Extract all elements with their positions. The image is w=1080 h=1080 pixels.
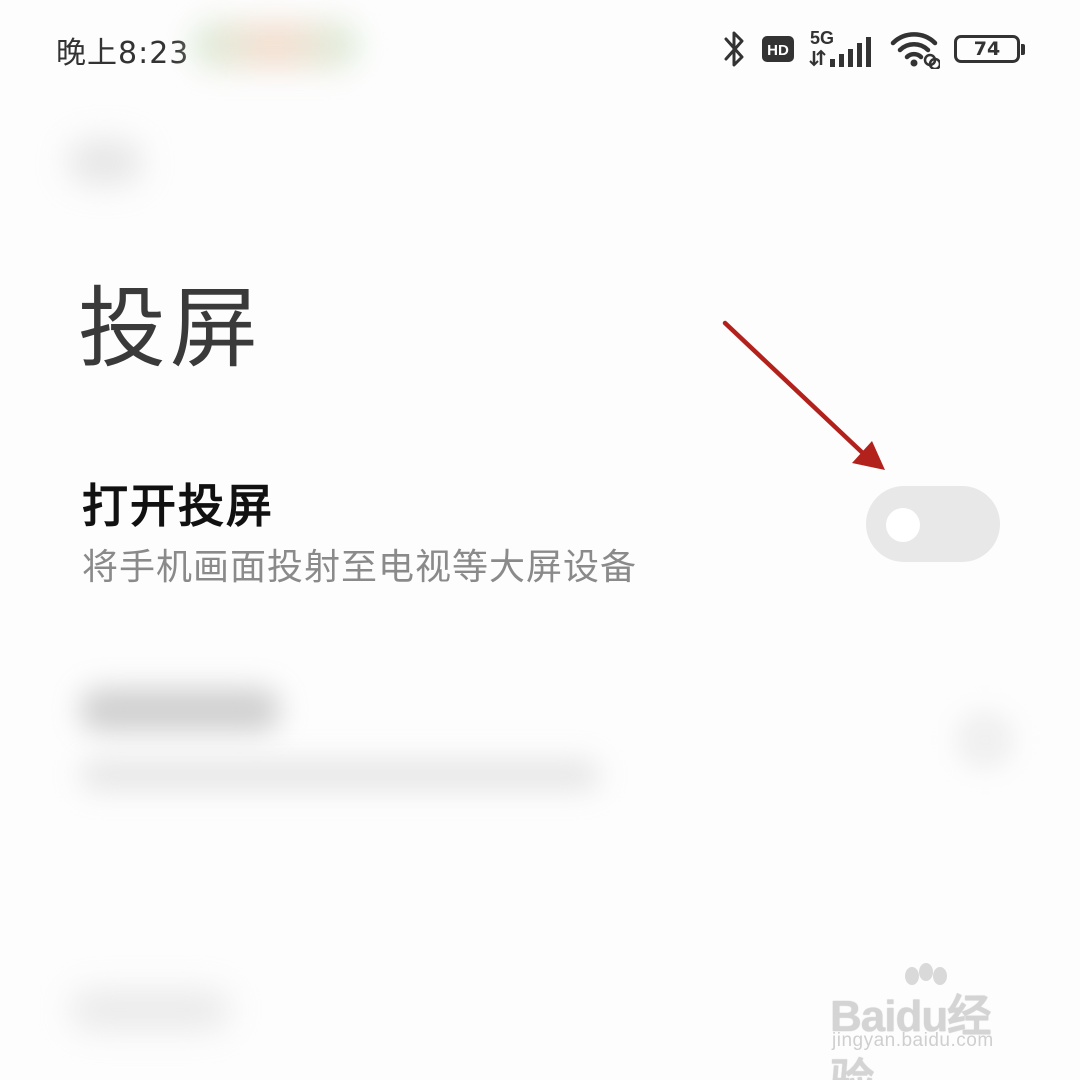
wifi-icon <box>890 29 940 69</box>
hd-icon: HD <box>762 35 794 63</box>
cast-setting-description: 将手机画面投射至电视等大屏设备 <box>82 547 638 588</box>
status-icons: HD 5G 74 <box>722 26 1025 72</box>
cast-setting-label: 打开投屏 <box>82 479 274 533</box>
screen: 晚上8:23 HD 5G 74 投屏 打开投屏 将手机画面投射至电视等大屏设备 … <box>0 0 1080 1080</box>
battery-icon: 74 <box>954 35 1025 63</box>
cast-toggle-switch[interactable] <box>866 486 1000 562</box>
baidu-watermark: Baidu经验 jingyan.baidu.com <box>830 963 1030 1080</box>
blurred-bottom-item <box>70 990 230 1030</box>
blurred-setting-description <box>80 760 600 790</box>
baidu-url: jingyan.baidu.com <box>832 1030 994 1051</box>
blurred-chevron-icon <box>955 710 1015 770</box>
status-time: 晚上8:23 <box>56 36 190 71</box>
status-blurred-notification-icons <box>190 20 360 70</box>
back-button[interactable] <box>68 140 142 184</box>
battery-level: 74 <box>973 38 1001 60</box>
page-title: 投屏 <box>78 277 263 380</box>
hd-label: HD <box>767 42 789 59</box>
bluetooth-icon <box>722 29 748 69</box>
network-label: 5G <box>810 28 834 48</box>
5g-signal-icon: 5G <box>808 27 876 71</box>
blurred-setting-title <box>80 688 280 732</box>
toggle-knob <box>886 508 920 542</box>
